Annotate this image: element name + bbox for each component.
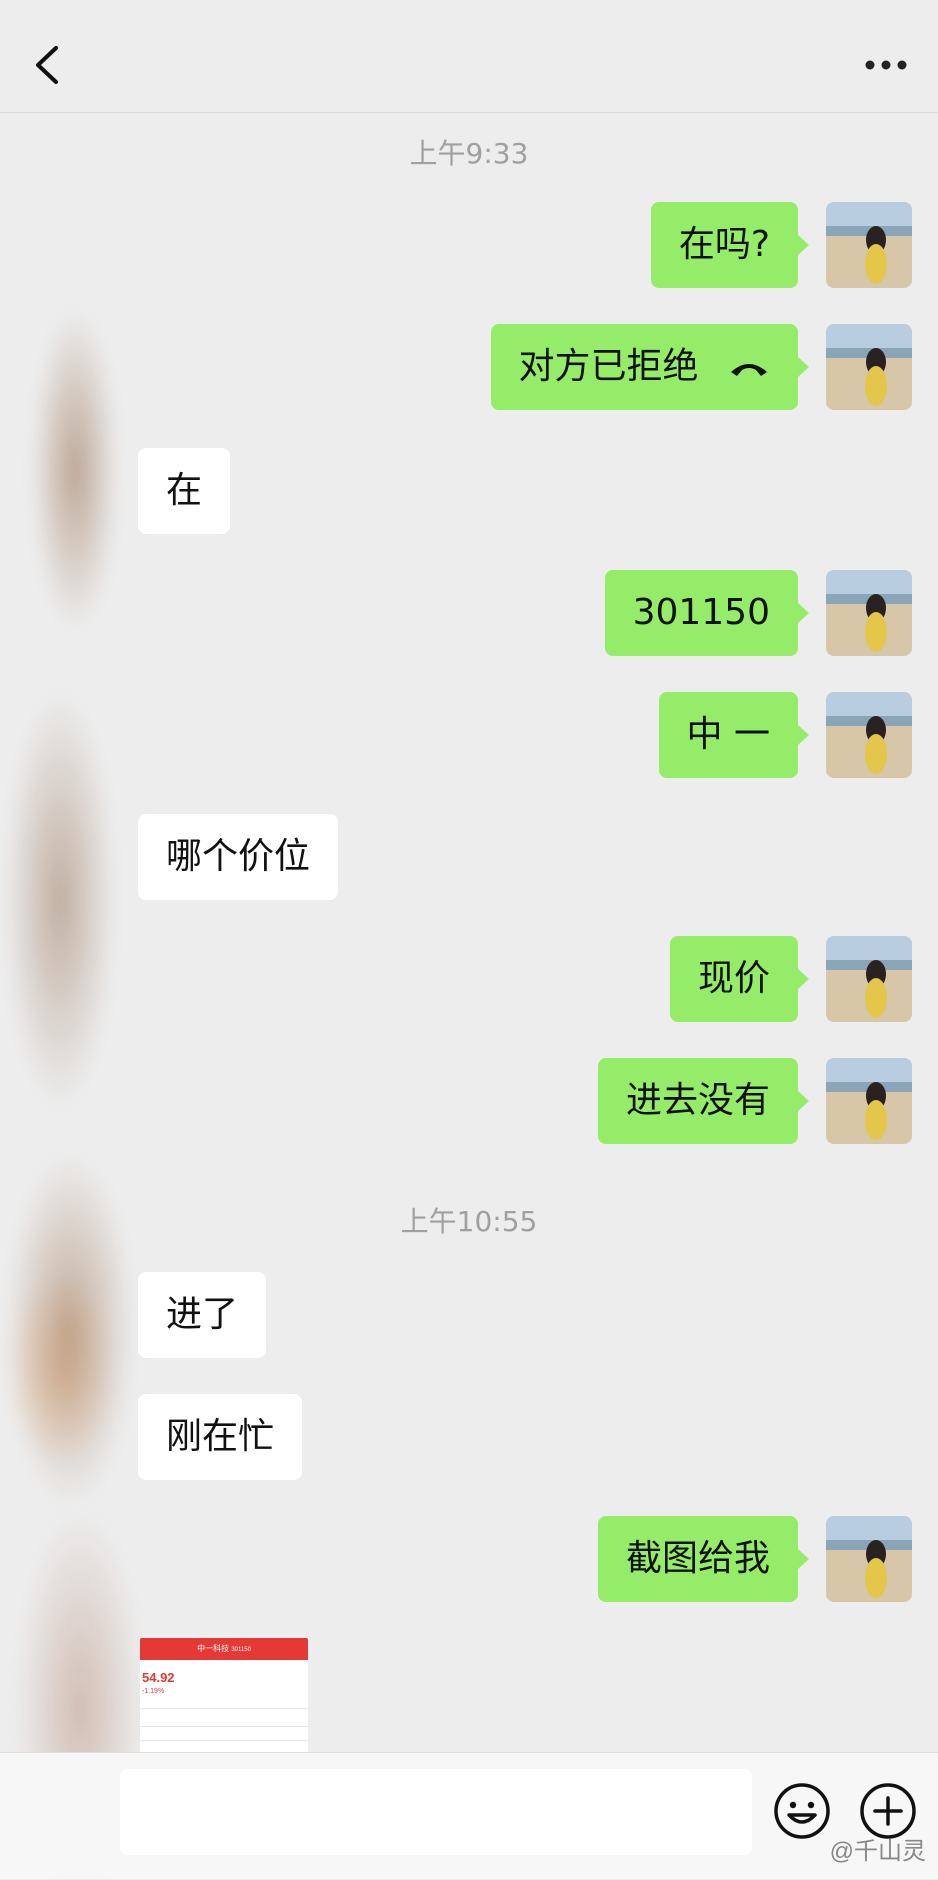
message-text: 对方已拒绝 [518, 346, 699, 387]
avatar-photo [826, 692, 912, 778]
message-bubble-outgoing[interactable]: 对方已拒绝 [490, 324, 810, 410]
avatar-photo [826, 936, 912, 1022]
chevron-left-icon[interactable] [28, 42, 68, 88]
message-text: 现价 [697, 958, 770, 999]
thumb-divider [140, 1740, 308, 1741]
message-bubble-outgoing[interactable]: 进去没有 [597, 1058, 810, 1144]
thumb-divider [140, 1726, 308, 1727]
message-text: 刚在忙 [166, 1416, 275, 1457]
message-text: 301150 [632, 592, 770, 633]
message-text: 在吗? [678, 224, 770, 265]
thumb-change: -1.19% [142, 1688, 165, 1695]
hangup-phone-icon [731, 364, 767, 376]
message-text: 中 一 [686, 714, 770, 755]
avatar-photo [826, 202, 912, 288]
message-image-screenshot[interactable]: 中一科技 301150 54.92 -1.19% [140, 1638, 308, 1752]
chat-header [0, 0, 938, 113]
user-avatar[interactable] [826, 570, 912, 656]
message-input[interactable] [120, 1769, 752, 1855]
message-bubble-incoming[interactable]: 哪个价位 [138, 814, 339, 900]
input-bar [0, 1752, 938, 1879]
thumb-stock-code: 301150 [231, 1647, 251, 1653]
message-timestamp: 上午9:33 [409, 137, 529, 170]
message-bubble-outgoing[interactable]: 截图给我 [597, 1516, 810, 1602]
message-text: 哪个价位 [166, 836, 311, 877]
message-text: 进去没有 [625, 1080, 770, 1121]
message-text: 截图给我 [625, 1538, 770, 1579]
message-bubble-incoming[interactable]: 在 [138, 448, 231, 534]
message-text: 进了 [166, 1294, 239, 1335]
thumb-divider [140, 1708, 308, 1709]
user-avatar[interactable] [826, 202, 912, 288]
message-bubble-incoming[interactable]: 刚在忙 [138, 1394, 303, 1480]
thumb-price: 54.92 [142, 1670, 175, 1685]
message-text: 在 [166, 470, 203, 511]
user-avatar[interactable] [826, 1058, 912, 1144]
message-bubble-outgoing[interactable]: 在吗? [650, 202, 810, 288]
avatar-photo [826, 570, 912, 656]
message-bubble-incoming[interactable]: 进了 [138, 1272, 267, 1358]
avatar-photo [826, 324, 912, 410]
user-avatar[interactable] [826, 936, 912, 1022]
emoji-icon[interactable] [772, 1781, 832, 1841]
avatar-photo [826, 1058, 912, 1144]
user-avatar[interactable] [826, 324, 912, 410]
message-bubble-outgoing[interactable]: 中 一 [658, 692, 810, 778]
message-bubble-outgoing[interactable]: 现价 [669, 936, 810, 1022]
thumb-stock-name: 中一科技 [197, 1644, 230, 1653]
thumb-title-bar: 中一科技 301150 [140, 1638, 308, 1660]
user-avatar[interactable] [826, 692, 912, 778]
avatar-photo [826, 1516, 912, 1602]
user-avatar[interactable] [826, 1516, 912, 1602]
watermark: @千山灵 [829, 1838, 926, 1865]
more-dots-icon[interactable] [862, 52, 910, 78]
message-timestamp: 上午10:55 [400, 1205, 538, 1238]
message-bubble-outgoing[interactable]: 301150 [604, 570, 810, 656]
